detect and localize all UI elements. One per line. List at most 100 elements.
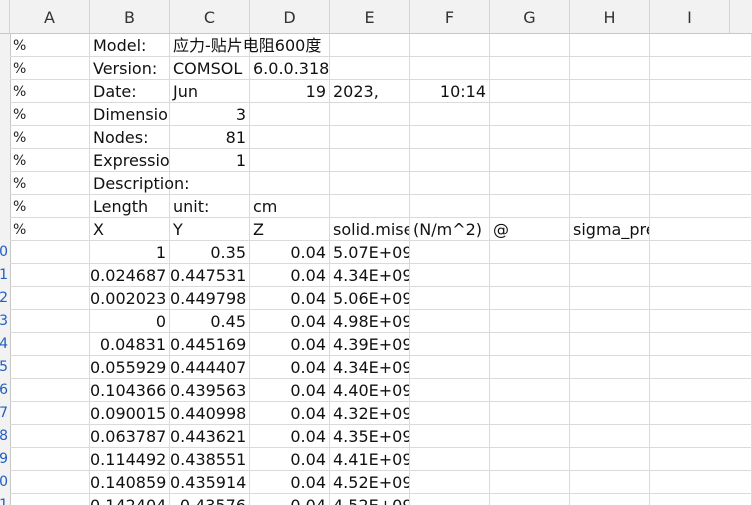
cell-h[interactable] (570, 126, 650, 149)
cell-c[interactable]: 0.444407 (170, 356, 250, 379)
cell-b[interactable]: 0.114492 (90, 448, 170, 471)
cell-h[interactable] (570, 149, 650, 172)
cell-i[interactable] (650, 149, 752, 172)
row-number[interactable] (0, 195, 10, 218)
cell-d[interactable] (250, 126, 330, 149)
cell-c[interactable]: 3 (170, 103, 250, 126)
cell-c[interactable]: 0.35 (170, 241, 250, 264)
cell-a[interactable]: % (10, 103, 90, 126)
cell-e[interactable] (330, 103, 410, 126)
cell-i[interactable] (650, 57, 752, 80)
cell-e[interactable]: 4.39E+09 (330, 333, 410, 356)
cell-h[interactable] (570, 356, 650, 379)
cell-h[interactable] (570, 494, 650, 505)
cell-f[interactable] (410, 333, 490, 356)
cell-f[interactable] (410, 264, 490, 287)
cell-i[interactable] (650, 494, 752, 505)
cell-a[interactable]: % (10, 57, 90, 80)
cell-e[interactable]: solid.mise: (330, 218, 410, 241)
cell-b[interactable]: 0.04831 (90, 333, 170, 356)
cell-c[interactable]: 0.443621 (170, 425, 250, 448)
cell-c[interactable]: COMSOL (170, 57, 250, 80)
cell-b[interactable]: Expressior (90, 149, 170, 172)
cell-a[interactable] (10, 425, 90, 448)
cell-e[interactable] (330, 195, 410, 218)
cell-c[interactable]: 0.435914 (170, 471, 250, 494)
cell-d[interactable]: cm (250, 195, 330, 218)
column-header-g[interactable]: G (490, 0, 570, 33)
column-header-a[interactable]: A (10, 0, 90, 33)
cell-c[interactable]: Y (170, 218, 250, 241)
cell-a[interactable] (10, 287, 90, 310)
cell-b[interactable]: 0.090015 (90, 402, 170, 425)
cell-c[interactable]: 0.449798 (170, 287, 250, 310)
row-number[interactable] (0, 149, 10, 172)
cell-i[interactable] (650, 103, 752, 126)
cell-g[interactable] (490, 80, 570, 103)
cell-e[interactable] (330, 126, 410, 149)
cell-i[interactable] (650, 310, 752, 333)
cell-a[interactable] (10, 310, 90, 333)
cell-h[interactable] (570, 195, 650, 218)
cell-a[interactable]: % (10, 34, 90, 57)
column-header-e[interactable]: E (330, 0, 410, 33)
cell-g[interactable] (490, 103, 570, 126)
cell-g[interactable] (490, 448, 570, 471)
cell-a[interactable] (10, 333, 90, 356)
cell-b[interactable]: 0.055929 (90, 356, 170, 379)
cell-c[interactable]: 0.440998 (170, 402, 250, 425)
cell-i[interactable] (650, 333, 752, 356)
cell-b[interactable]: 0.140859 (90, 471, 170, 494)
cell-b[interactable]: Date: (90, 80, 170, 103)
cell-e[interactable] (330, 149, 410, 172)
cell-a[interactable]: % (10, 149, 90, 172)
cell-a[interactable] (10, 448, 90, 471)
cell-h[interactable] (570, 425, 650, 448)
cell-i[interactable] (650, 471, 752, 494)
row-number[interactable]: 6 (0, 379, 10, 402)
column-header-c[interactable]: C (170, 0, 250, 33)
cell-f[interactable] (410, 310, 490, 333)
row-number[interactable]: 3 (0, 310, 10, 333)
cell-a[interactable]: % (10, 218, 90, 241)
cell-b[interactable]: Description: (90, 172, 190, 195)
row-number[interactable] (0, 57, 10, 80)
cell-e[interactable]: 5.07E+09 (330, 241, 410, 264)
cell-i[interactable] (650, 80, 752, 103)
row-number[interactable]: 0 (0, 471, 10, 494)
cell-c[interactable]: 0.445169 (170, 333, 250, 356)
cell-h[interactable] (570, 172, 650, 195)
cell-h[interactable]: sigma_pre=7 (570, 218, 650, 241)
cell-d[interactable] (250, 172, 330, 195)
cell-a[interactable] (10, 264, 90, 287)
row-number[interactable] (0, 103, 10, 126)
row-number[interactable]: 4 (0, 333, 10, 356)
cell-g[interactable] (490, 149, 570, 172)
cell-b[interactable]: X (90, 218, 170, 241)
column-header-f[interactable]: F (410, 0, 490, 33)
cell-a[interactable] (10, 379, 90, 402)
cell-c[interactable]: 81 (170, 126, 250, 149)
cell-g[interactable] (490, 34, 570, 57)
cell-f[interactable]: (N/m^2) (410, 218, 490, 241)
cell-f[interactable] (410, 195, 490, 218)
cell-e[interactable]: 4.52E+09 (330, 494, 410, 505)
row-number[interactable] (0, 172, 10, 195)
cell-e[interactable]: 4.41E+09 (330, 448, 410, 471)
cell-b[interactable]: 0.024687 (90, 264, 170, 287)
cell-e[interactable]: 4.40E+09 (330, 379, 410, 402)
cell-h[interactable] (570, 34, 650, 57)
cell-g[interactable] (490, 264, 570, 287)
cell-i[interactable] (650, 172, 752, 195)
cell-f[interactable] (410, 126, 490, 149)
cell-e[interactable] (330, 34, 410, 57)
column-header-h[interactable]: H (570, 0, 650, 33)
cell-b[interactable]: Dimensior (90, 103, 170, 126)
cell-c[interactable]: 应力-贴片电阻600度 (170, 34, 321, 57)
cell-d[interactable]: 0.04 (250, 448, 330, 471)
cell-f[interactable] (410, 241, 490, 264)
cell-c[interactable]: 0.45 (170, 310, 250, 333)
column-header-b[interactable]: B (90, 0, 170, 33)
cell-i[interactable] (650, 241, 752, 264)
cell-g[interactable] (490, 333, 570, 356)
